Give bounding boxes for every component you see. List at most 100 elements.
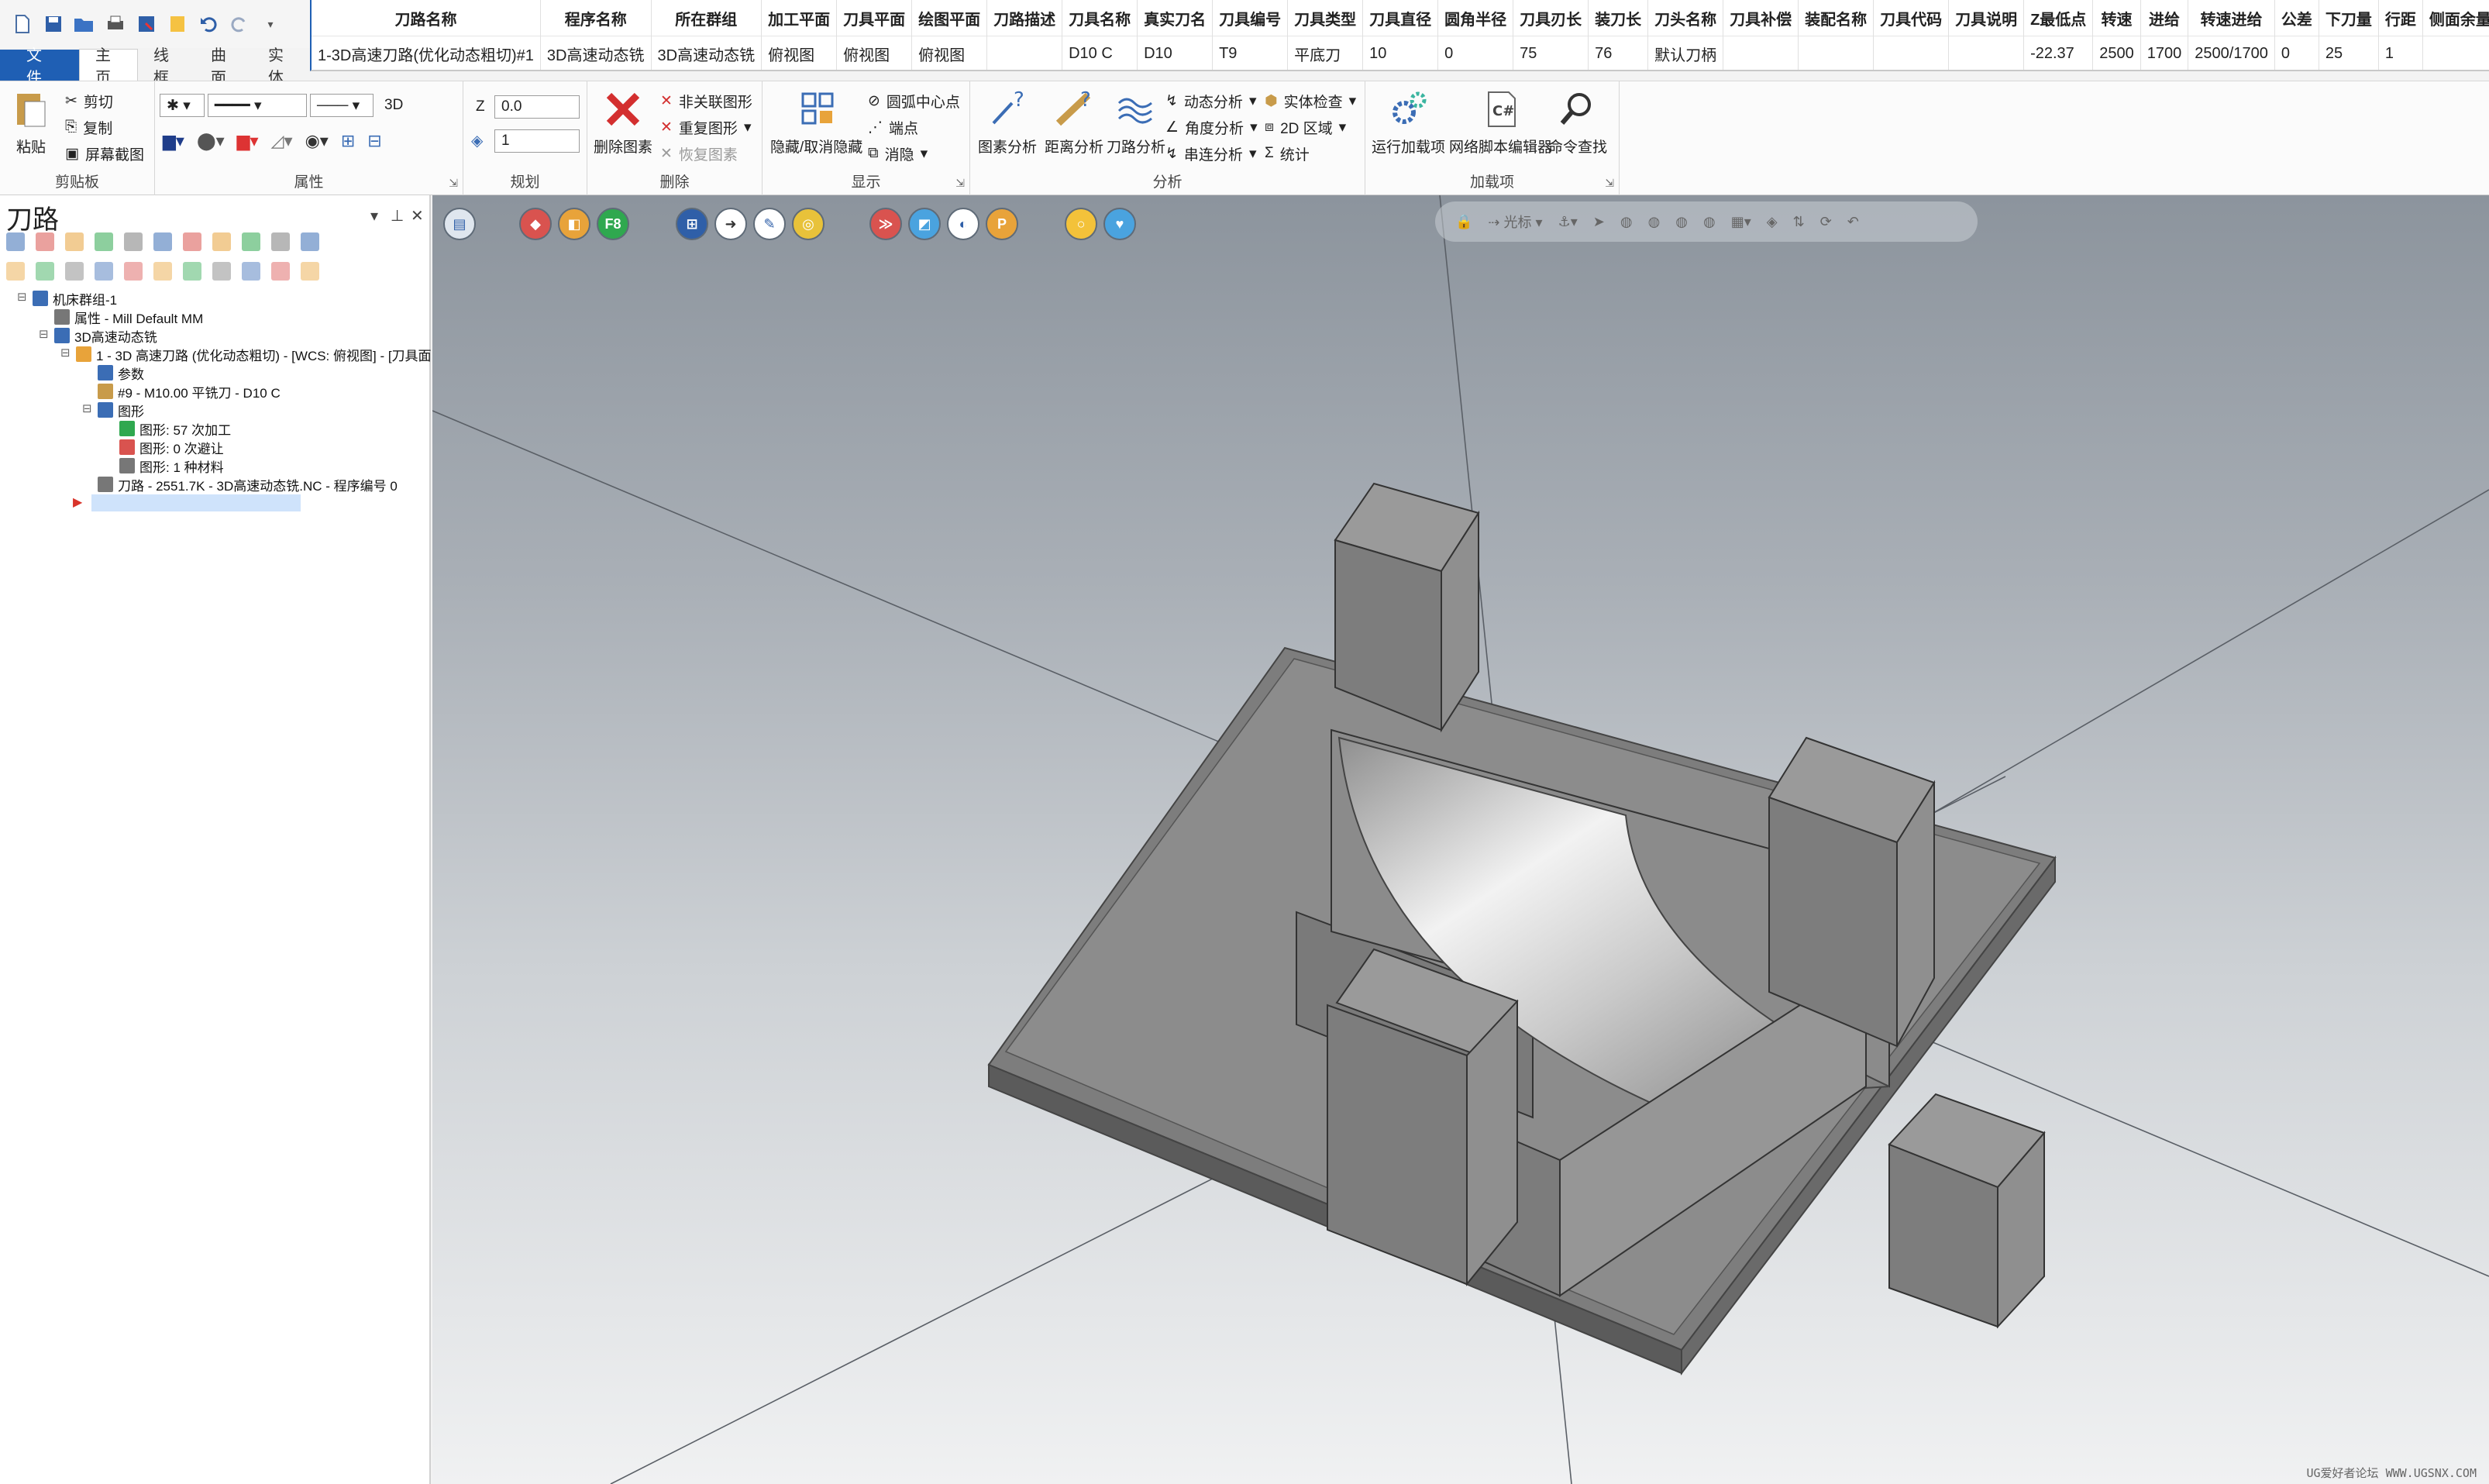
table-cell[interactable]: D10 C [1062, 36, 1138, 70]
mode-3d-label[interactable]: 3D [384, 97, 403, 114]
table-cell[interactable] [1798, 36, 1874, 70]
cursor-mode[interactable]: ⇢ 光标 ▾ [1488, 212, 1542, 232]
hide-unhide-button[interactable]: 隐藏/取消隐藏 [770, 88, 862, 157]
column-header[interactable]: 刀具类型 [1287, 0, 1364, 36]
column-header[interactable]: 装刀长 [1588, 0, 1649, 36]
tree-node[interactable]: 图形: 0 次避让 [119, 439, 224, 456]
table-cell[interactable]: 2500 [2092, 36, 2141, 70]
expand-toggle-icon[interactable]: ⊟ [82, 401, 92, 415]
table-cell[interactable]: 0 [1437, 36, 1514, 70]
tree-node[interactable]: 1 - 3D 高速刀路 (优化动态粗切) - [WCS: 俯视图] - [刀具面… [76, 346, 435, 363]
surface-color-icon[interactable]: ▆▾ [237, 131, 259, 151]
area-2d-button[interactable]: ⧈ 2D 区域 ▾ [1265, 115, 1346, 139]
insert-arrow-icon[interactable]: ▶ [73, 494, 82, 510]
table-cell[interactable]: 10 [1362, 36, 1439, 70]
panel-dropdown-icon[interactable]: ▾ [370, 206, 378, 226]
table-cell[interactable] [1723, 36, 1799, 70]
statistics-button[interactable]: Σ 统计 [1265, 142, 1310, 165]
select-all-ops-icon[interactable] [6, 232, 25, 251]
redo-icon[interactable] [228, 12, 251, 36]
column-header[interactable]: 刀具补偿 [1723, 0, 1799, 36]
delete-entity-button[interactable]: 删除图素 [594, 88, 652, 157]
table-cell[interactable] [1873, 36, 1950, 70]
run-addin-button[interactable]: 运行加载项 [1372, 88, 1445, 157]
print-icon[interactable] [104, 12, 127, 36]
table-cell[interactable]: 3D高速动态铣 [540, 36, 652, 70]
save-icon[interactable] [42, 12, 65, 36]
regenerate-all-icon[interactable] [65, 232, 84, 251]
column-header[interactable]: 公差 [2274, 0, 2319, 36]
table-cell[interactable]: 平底刀 [1287, 36, 1364, 70]
line-width-select[interactable]: ─── ▾ [310, 94, 374, 117]
tab-wireframe[interactable]: 线框 [138, 47, 195, 87]
customize-icon[interactable]: ▾ [259, 12, 282, 36]
f8-button[interactable]: F8 [597, 208, 629, 240]
tab-home[interactable]: 主页 [79, 47, 138, 87]
table-cell[interactable]: 2500/1700 [2188, 36, 2275, 70]
column-header[interactable]: 刀具平面 [836, 0, 913, 36]
tree-node[interactable]: 属性 - Mill Default MM [54, 308, 203, 326]
expand-toggle-icon[interactable]: ⊟ [60, 346, 71, 360]
undo-select-icon[interactable]: ↶ [1847, 214, 1859, 230]
filter-ops-icon[interactable] [271, 262, 290, 281]
toolpath-lines-icon[interactable] [153, 232, 172, 251]
level-input[interactable]: 1 [494, 129, 580, 153]
column-header[interactable]: 刀具说明 [1948, 0, 2025, 36]
table-cell[interactable]: 1700 [2140, 36, 2189, 70]
open-icon[interactable] [73, 12, 96, 36]
tab-surfaces[interactable]: 曲面 [195, 47, 253, 87]
column-header[interactable]: 刀头名称 [1647, 0, 1724, 36]
table-cell[interactable]: D10 [1137, 36, 1214, 70]
column-header[interactable]: 刀具名称 [1062, 0, 1138, 36]
shading-icon[interactable]: ◆ [519, 208, 552, 240]
snap-icon[interactable]: ⚓▾ [1558, 214, 1578, 230]
column-header[interactable]: 转速 [2092, 0, 2141, 36]
insert-arrow-icon[interactable] [153, 262, 172, 281]
close-icon[interactable]: ✕ [411, 206, 424, 226]
table-cell[interactable]: T9 [1212, 36, 1289, 70]
column-header[interactable]: Z最低点 [2023, 0, 2094, 36]
column-header[interactable]: 刀具代码 [1873, 0, 1950, 36]
window-select-icon[interactable]: ▦▾ [1731, 214, 1751, 230]
face-select-icon[interactable]: ◍ [1675, 214, 1688, 230]
solid-check-button[interactable]: ⬢ 实体检查 ▾ [1265, 89, 1356, 112]
column-header[interactable]: 所在群组 [651, 0, 763, 36]
lock-icon[interactable]: 🔒 [1455, 214, 1472, 230]
cut-button[interactable]: ✂ 剪切 [65, 89, 113, 112]
column-header[interactable]: 刀具刃长 [1513, 0, 1589, 36]
column-header[interactable]: 行距 [2378, 0, 2423, 36]
move-down-icon[interactable] [124, 232, 143, 251]
paste-button[interactable]: 粘贴 [9, 88, 53, 157]
material-icon[interactable]: ◉▾ [305, 131, 329, 151]
insert-position-row[interactable] [91, 494, 301, 511]
post-select-icon[interactable] [65, 262, 84, 281]
tab-solids[interactable]: 实体 [253, 47, 310, 87]
table-cell[interactable] [986, 36, 1063, 70]
table-cell[interactable]: 3D高速动态铣 [651, 36, 763, 70]
heart-icon[interactable]: ♥ [1103, 208, 1136, 240]
simulate-icon[interactable]: ◐ [947, 208, 979, 240]
backplot-icon[interactable]: ≫ [869, 208, 902, 240]
dynamic-analysis-button[interactable]: ↯ 动态分析 ▾ [1165, 89, 1256, 112]
visible-toggle-icon[interactable] [183, 262, 201, 281]
arc-center-button[interactable]: ⊘ 圆弧中心点 [868, 89, 960, 112]
tree-node[interactable]: 刀路 - 2551.7K - 3D高速动态铣.NC - 程序编号 0 [98, 476, 398, 494]
table-cell[interactable]: 1-3D高速刀路(优化动态粗切)#1 [312, 36, 541, 70]
column-header[interactable]: 刀具直径 [1362, 0, 1439, 36]
view-grid-icon[interactable]: ⊞ [676, 208, 708, 240]
column-header[interactable]: 下刀量 [2319, 0, 2379, 36]
verify-select-icon[interactable]: ◈ [1767, 214, 1778, 230]
copy-op-icon[interactable] [212, 262, 231, 281]
table-cell[interactable]: 1 [2378, 36, 2423, 70]
chain-analysis-button[interactable]: ↯ 串连分析 ▾ [1165, 142, 1256, 165]
toggle-display-icon[interactable] [36, 262, 54, 281]
wireframe-color-icon[interactable]: ▆▾ [163, 131, 184, 151]
pin-icon[interactable]: ⊥ [391, 206, 404, 226]
clear-colors-icon[interactable]: ⊞ [341, 131, 355, 151]
column-header[interactable]: 装配名称 [1798, 0, 1874, 36]
expand-toggle-icon[interactable]: ⊟ [17, 290, 27, 304]
graphics-viewport[interactable]: ▤ ◆ ◧ F8 ⊞ ➜ ✎ ◎ ≫ ◩ ◐ P ○ ♥ 🔒 ⇢ 光标 ▾ ⚓▾… [432, 195, 2489, 1484]
highlight-icon[interactable] [301, 262, 319, 281]
column-header[interactable]: 侧面余量 [2422, 0, 2489, 36]
screenshot-button[interactable]: ▣ 屏幕截图 [65, 142, 144, 165]
